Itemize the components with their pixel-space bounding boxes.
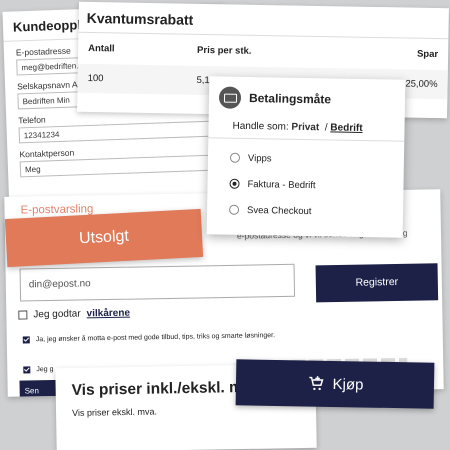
option-label-invoice: Faktura - Bedrift — [247, 178, 316, 191]
terms-row: Jeg godtar vilkårene — [18, 308, 130, 321]
buy-button[interactable]: Kjøp — [235, 359, 435, 409]
col-quantity: Antall — [88, 42, 115, 55]
radio-svea[interactable] — [228, 204, 240, 215]
terms-label: Jeg godtar — [33, 308, 81, 321]
option-label-vipps: Vipps — [247, 152, 272, 164]
cart-plus-icon — [308, 376, 324, 391]
terms-checkbox[interactable] — [18, 310, 28, 320]
payment-option-svea[interactable]: Svea Checkout — [207, 196, 403, 225]
radio-invoice[interactable] — [229, 178, 240, 189]
option-label-svea: Svea Checkout — [246, 204, 312, 217]
credit-card-icon — [218, 86, 242, 109]
sold-out-badge: Utsolgt — [4, 208, 204, 268]
alert-email-input[interactable]: din@epost.no — [19, 263, 296, 302]
third-consent-checkbox[interactable] — [23, 366, 31, 374]
third-consent-row: Jeg g — [23, 366, 53, 374]
trade-as-private[interactable]: Privat — [291, 122, 319, 133]
send-button[interactable]: Sen — [19, 379, 60, 397]
contact-field-group: Kontaktperson Meg — [7, 142, 230, 178]
payment-title: Betalingsmåte — [248, 90, 332, 107]
newsletter-row: Ja, jeg ønsker å motta e-post med gode t… — [22, 332, 276, 344]
radio-vipps[interactable] — [229, 152, 241, 163]
cell-quantity: 100 — [77, 63, 167, 95]
trade-as-business[interactable]: Bedrift — [330, 122, 362, 134]
newsletter-checkbox[interactable] — [22, 336, 30, 344]
payment-header: Betalingsmåte — [209, 76, 406, 115]
payment-option-vipps[interactable]: Vipps — [208, 144, 404, 173]
newsletter-label: Ja, jeg ønsker å motta e-post med gode t… — [35, 332, 276, 344]
col-unit-price: Pris per stk. — [196, 44, 252, 57]
trade-as-row: Handle som: Privat / Bedrift — [208, 112, 405, 142]
payment-option-invoice[interactable]: Faktura - Bedrift — [207, 170, 403, 199]
buy-label: Kjøp — [332, 375, 364, 393]
trade-as-label: Handle som: — [232, 120, 289, 133]
payment-method-card: Betalingsmåte Handle som: Privat / Bedri… — [206, 76, 406, 238]
third-consent-label: Jeg g — [36, 365, 54, 374]
terms-link[interactable]: vilkårene — [87, 308, 131, 320]
col-savings: Spar — [416, 48, 439, 61]
register-button[interactable]: Registrer — [315, 263, 439, 303]
